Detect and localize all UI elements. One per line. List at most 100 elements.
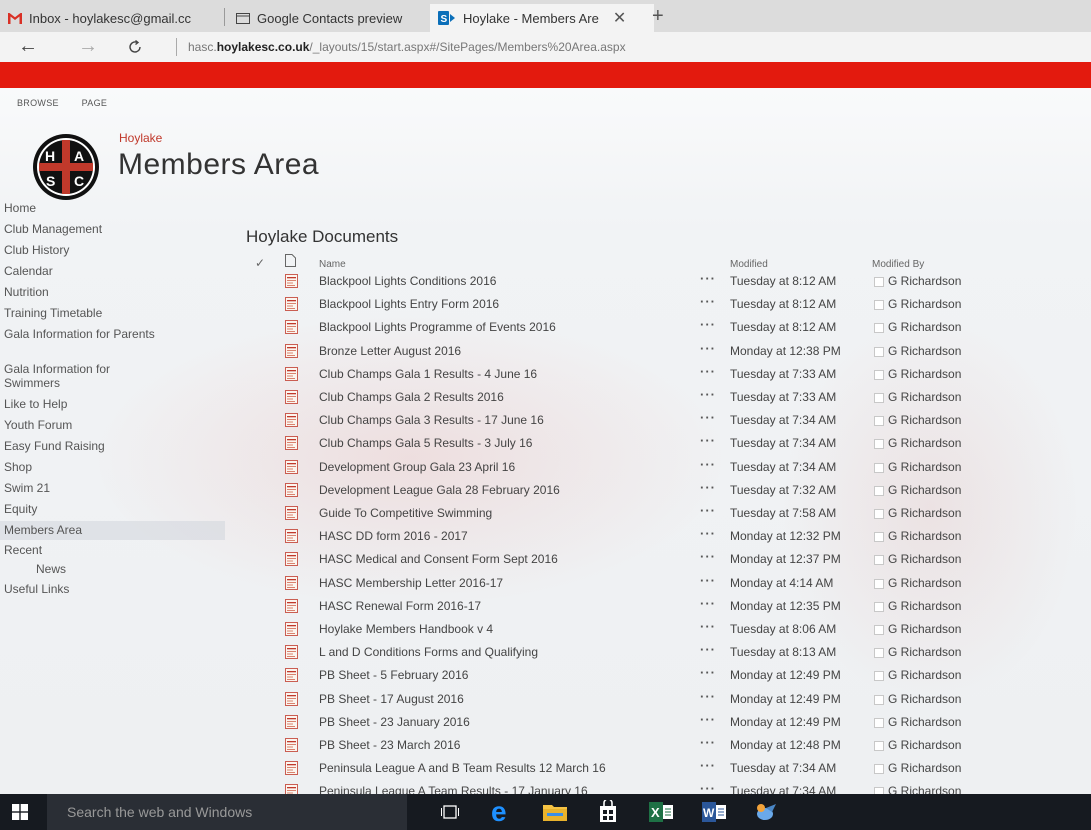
document-modified-by[interactable]: G Richardson [888, 274, 961, 288]
document-name-link[interactable]: Blackpool Lights Conditions 2016 [319, 274, 496, 288]
refresh-icon[interactable] [126, 35, 144, 62]
nav-item-useful-links[interactable]: Useful Links [0, 582, 168, 596]
document-modified-by[interactable]: G Richardson [888, 390, 961, 404]
column-header-modified-by[interactable]: Modified By [872, 259, 924, 270]
table-row[interactable]: Club Champs Gala 5 Results - 3 July 16 ··… [246, 432, 1006, 455]
document-modified-by[interactable]: G Richardson [888, 692, 961, 706]
document-modified-by[interactable]: G Richardson [888, 645, 961, 659]
more-options-icon[interactable]: ··· [700, 503, 716, 518]
table-row[interactable]: HASC DD form 2016 - 2017 ··· Monday at 12:… [246, 525, 1006, 548]
document-name-link[interactable]: Club Champs Gala 2 Results 2016 [319, 390, 504, 404]
document-modified-by[interactable]: G Richardson [888, 436, 961, 450]
more-options-icon[interactable]: ··· [700, 596, 716, 611]
tab-inbox[interactable]: Inbox - hoylakesc@gmail.cc [0, 4, 236, 32]
nav-item-shop[interactable]: Shop [0, 460, 168, 474]
document-name-link[interactable]: HASC Renewal Form 2016-17 [319, 599, 481, 613]
table-row[interactable]: HASC Medical and Consent Form Sept 2016 ·… [246, 548, 1006, 571]
document-modified-by[interactable]: G Richardson [888, 413, 961, 427]
nav-item-swim-21[interactable]: Swim 21 [0, 481, 168, 495]
document-modified-by[interactable]: G Richardson [888, 483, 961, 497]
document-name-link[interactable]: Hoylake Members Handbook v 4 [319, 622, 493, 636]
nav-item-equity[interactable]: Equity [0, 502, 168, 516]
document-modified-by[interactable]: G Richardson [888, 552, 961, 566]
edge-browser-icon[interactable]: e [489, 796, 515, 827]
more-options-icon[interactable]: ··· [700, 410, 716, 425]
more-options-icon[interactable]: ··· [700, 271, 716, 286]
table-row[interactable]: Peninsula League A Team Results - 17 Jan… [246, 780, 1006, 794]
more-options-icon[interactable]: ··· [700, 619, 716, 634]
table-row[interactable]: Hoylake Members Handbook v 4 ··· Tuesday a… [246, 618, 1006, 641]
document-modified-by[interactable]: G Richardson [888, 668, 961, 682]
club-logo[interactable]: H A S C [32, 133, 100, 201]
file-type-header-icon[interactable] [285, 254, 296, 270]
taskbar-search-box[interactable]: Search the web and Windows [47, 794, 407, 830]
table-row[interactable]: Club Champs Gala 2 Results 2016 ··· Tuesda… [246, 386, 1006, 409]
document-modified-by[interactable]: G Richardson [888, 576, 961, 590]
more-options-icon[interactable]: ··· [700, 573, 716, 588]
table-row[interactable]: HASC Renewal Form 2016-17 ··· Monday at 12… [246, 595, 1006, 618]
more-options-icon[interactable]: ··· [700, 387, 716, 402]
more-options-icon[interactable]: ··· [700, 549, 716, 564]
document-name-link[interactable]: HASC Medical and Consent Form Sept 2016 [319, 552, 558, 566]
nav-item-calendar[interactable]: Calendar [0, 264, 148, 278]
document-name-link[interactable]: Blackpool Lights Programme of Events 201… [319, 320, 556, 334]
document-name-link[interactable]: Peninsula League A Team Results - 17 Jan… [319, 784, 588, 794]
document-name-link[interactable]: HASC DD form 2016 - 2017 [319, 529, 468, 543]
document-modified-by[interactable]: G Richardson [888, 297, 961, 311]
nav-item-like-to-help[interactable]: Like to Help [0, 397, 168, 411]
ribbon-browse-tab[interactable]: BROWSE [17, 98, 59, 108]
word-icon[interactable]: W [702, 802, 726, 825]
table-row[interactable]: Club Champs Gala 3 Results - 17 June 16 ·… [246, 409, 1006, 432]
nav-item-home[interactable]: Home [0, 201, 148, 215]
document-name-link[interactable]: Development Group Gala 23 April 16 [319, 460, 515, 474]
more-options-icon[interactable]: ··· [700, 735, 716, 750]
more-options-icon[interactable]: ··· [700, 457, 716, 472]
store-icon[interactable] [597, 798, 619, 827]
nav-item-gala-info-swimmers[interactable]: Gala Information for Swimmers [0, 362, 168, 390]
table-row[interactable]: Guide To Competitive Swimming ··· Tuesday … [246, 502, 1006, 525]
more-options-icon[interactable]: ··· [700, 294, 716, 309]
document-name-link[interactable]: L and D Conditions Forms and Qualifying [319, 645, 538, 659]
document-modified-by[interactable]: G Richardson [888, 506, 961, 520]
document-name-link[interactable]: PB Sheet - 23 March 2016 [319, 738, 460, 752]
nav-item-members-area[interactable]: Members Area [0, 521, 225, 540]
document-modified-by[interactable]: G Richardson [888, 320, 961, 334]
more-options-icon[interactable]: ··· [700, 341, 716, 356]
ribbon-page-tab[interactable]: PAGE [82, 98, 108, 108]
document-modified-by[interactable]: G Richardson [888, 622, 961, 636]
more-options-icon[interactable]: ··· [700, 781, 716, 794]
table-row[interactable]: Development League Gala 28 February 2016… [246, 479, 1006, 502]
nav-item-training-timetable[interactable]: Training Timetable [0, 306, 168, 320]
forward-arrow-icon[interactable]: → [78, 35, 98, 58]
table-row[interactable]: HASC Membership Letter 2016-17 ··· Monday … [246, 572, 1006, 595]
table-row[interactable]: Blackpool Lights Entry Form 2016 ··· Tuesd… [246, 293, 1006, 316]
document-name-link[interactable]: PB Sheet - 23 January 2016 [319, 715, 470, 729]
more-options-icon[interactable]: ··· [700, 758, 716, 773]
library-title[interactable]: Hoylake Documents [246, 227, 398, 247]
nav-item-nutrition[interactable]: Nutrition [0, 285, 148, 299]
document-modified-by[interactable]: G Richardson [888, 529, 961, 543]
table-row[interactable]: PB Sheet - 5 February 2016 ··· Monday at 1… [246, 664, 1006, 687]
more-options-icon[interactable]: ··· [700, 364, 716, 379]
document-modified-by[interactable]: G Richardson [888, 460, 961, 474]
table-row[interactable]: PB Sheet - 17 August 2016 ··· Monday at 12… [246, 688, 1006, 711]
excel-icon[interactable]: X [649, 802, 673, 825]
tab-contacts[interactable]: Google Contacts preview [228, 4, 442, 32]
table-row[interactable]: L and D Conditions Forms and Qualifying ·… [246, 641, 1006, 664]
document-modified-by[interactable]: G Richardson [888, 784, 961, 794]
document-modified-by[interactable]: G Richardson [888, 738, 961, 752]
more-options-icon[interactable]: ··· [700, 480, 716, 495]
nav-item-youth-forum[interactable]: Youth Forum [0, 418, 168, 432]
new-tab-icon[interactable]: + [652, 5, 664, 28]
task-view-icon[interactable] [441, 804, 459, 823]
document-name-link[interactable]: Blackpool Lights Entry Form 2016 [319, 297, 499, 311]
column-header-name[interactable]: Name [319, 259, 346, 270]
document-modified-by[interactable]: G Richardson [888, 761, 961, 775]
document-name-link[interactable]: Club Champs Gala 5 Results - 3 July 16 [319, 436, 532, 450]
more-options-icon[interactable]: ··· [700, 317, 716, 332]
document-name-link[interactable]: PB Sheet - 5 February 2016 [319, 668, 468, 682]
app-bird-icon[interactable] [752, 800, 778, 827]
nav-item-recent[interactable]: Recent [0, 543, 168, 557]
more-options-icon[interactable]: ··· [700, 642, 716, 657]
document-name-link[interactable]: HASC Membership Letter 2016-17 [319, 576, 503, 590]
